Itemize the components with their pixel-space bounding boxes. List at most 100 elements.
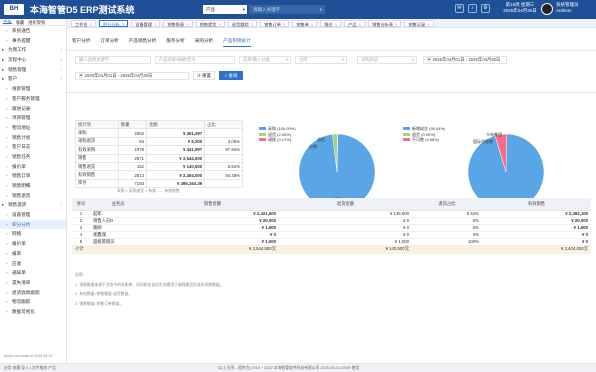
product-filter-input[interactable]: 产品名称/规格/型号	[155, 56, 235, 64]
category-select[interactable]: 选择/输入分类 ▾	[239, 56, 291, 64]
sidebar-item[interactable]: ▫ 销售订单	[0, 171, 66, 181]
sidebar-item[interactable]: ▸ 客户 ›	[0, 74, 66, 84]
page-tab[interactable]: 销售订单 ×	[260, 19, 290, 27]
table-cell: ¥ 385,164.39	[145, 178, 206, 189]
table-row[interactable]: 5 超级管理员 ¥ 1,000 ¥ 1,000 100% ¥ 0	[72, 238, 591, 246]
table-row[interactable]: 3 路刚 ¥ 1,900 ¥ 0 0% ¥ 1,900	[72, 224, 591, 232]
brand-filter-input[interactable]: 输入品牌关键字	[75, 56, 151, 64]
page-tab[interactable]: 产品 ×	[344, 19, 366, 27]
sidebar-item[interactable]: ▸ 为我工作 ›	[0, 45, 66, 55]
column-header[interactable]: 有效销售	[482, 198, 591, 211]
table-cell: 销售	[75, 153, 119, 163]
column-header[interactable]: 业务员	[90, 198, 146, 211]
page-tab[interactable]: 退货跟踪 ×	[227, 19, 258, 27]
sidebar-item[interactable]: ▫ 网络	[0, 229, 66, 239]
warehouse-select[interactable]: 仓库 ▾	[295, 56, 347, 64]
close-icon[interactable]: ×	[218, 22, 220, 27]
page-tab[interactable]: 销售提货 ×	[195, 19, 225, 27]
column-header[interactable]: 退货占比	[412, 198, 482, 211]
query-button[interactable]: ⌕ 查询	[219, 71, 243, 80]
column-header[interactable]: 序号	[72, 198, 90, 211]
sidebar-item[interactable]: ▫ 通知单	[0, 268, 66, 278]
message-icon[interactable]: ✉	[455, 4, 464, 13]
analysis-tab[interactable]: 订单分析	[100, 38, 118, 47]
purchase-status-select[interactable]: 采购状态 ▾	[357, 56, 417, 64]
legend-item[interactable]: 不可售 (4.96%)	[403, 137, 445, 143]
sidebar-item[interactable]: ▫ 跟进记录	[0, 104, 66, 114]
sidebar-item[interactable]: ▫ 系统通告	[0, 26, 66, 36]
reset-button[interactable]: ↺ 重置	[193, 71, 215, 80]
table-row[interactable]: 2 销售人员D ¥ 20,000 ¥ 0 0% ¥ 20,000	[72, 217, 591, 225]
settings-icon[interactable]: ⚙	[481, 4, 490, 13]
sidebar-item[interactable]: ▫ 项目管理	[0, 113, 66, 123]
sidebar-item[interactable]: ▫ 客户服务管理	[0, 94, 66, 104]
close-icon[interactable]: ×	[311, 22, 313, 27]
page-tab[interactable]: 销售单 ×	[292, 19, 318, 27]
sidebar-item[interactable]: ▫ 客户日志	[0, 142, 66, 152]
sidebar-item[interactable]: ▸ 流程中心 ›	[0, 55, 66, 65]
avatar[interactable]	[541, 3, 553, 15]
sidebar-item[interactable]: ▫ 数据可视化	[0, 307, 66, 317]
table-cell: ¥ 20,000	[482, 217, 591, 225]
close-icon[interactable]: ×	[90, 22, 92, 27]
chevron-down-icon: ▾	[242, 7, 245, 12]
page-tab[interactable]: 工作台 ×	[71, 19, 97, 27]
sidebar-item[interactable]: ▫ 物流地址	[0, 123, 66, 133]
global-search-input[interactable]: 请输入关键字 ⌕	[249, 5, 325, 14]
table-row[interactable]: 4 逄鑫瑞 ¥ 0 ¥ 0 0% ¥ 0	[72, 231, 591, 239]
sidebar-item[interactable]: ▫ 销售任务	[0, 152, 66, 162]
sidebar-item[interactable]: ▫ 物流跟踪	[0, 297, 66, 307]
page-tab[interactable]: 销售报表 ×	[163, 19, 193, 27]
page-tab[interactable]: 积分分析 ×	[99, 19, 129, 27]
analysis-tab[interactable]: 产品销售分析	[129, 38, 157, 47]
analysis-tab[interactable]: 产品积销统计	[223, 38, 251, 47]
column-header[interactable]: 退货金额	[279, 198, 412, 211]
analysis-tab[interactable]: 客户分析	[72, 38, 90, 47]
sidebar-item[interactable]: ▫ 销售计划	[0, 133, 66, 143]
page-tab[interactable]: 销售记录 ×	[404, 19, 434, 27]
sidebar-item[interactable]: ▫ 遗失清单	[0, 278, 66, 288]
analysis-tab[interactable]: 采购分析	[195, 38, 213, 47]
table-cell: 1	[72, 210, 90, 218]
user-info[interactable]: 系统管理员 Anthem	[556, 2, 594, 14]
sidebar-item[interactable]: ▫ 应收	[0, 259, 66, 269]
search-icon[interactable]: ⌕	[319, 5, 322, 14]
page-tab[interactable]: 销售分析表 ×	[368, 19, 402, 27]
sidebar-item[interactable]: ▫ 销售明细	[0, 181, 66, 191]
close-icon[interactable]: ×	[395, 22, 397, 27]
close-icon[interactable]: ×	[283, 22, 285, 27]
sidebar-tab-favorites[interactable]: 收藏	[16, 20, 25, 25]
date-range-2[interactable]: ▣ 2025年04月01日 - 2025年04月30日	[75, 72, 189, 80]
sidebar-item[interactable]: ▫ 线索管理	[0, 84, 66, 94]
date-range-1[interactable]: ▣ 2025年04月01日 - 2025年04月30日	[423, 56, 507, 64]
sidebar-item[interactable]: ▫ 积分分析	[0, 219, 66, 230]
sidebar-tab-org[interactable]: 组织架构	[28, 20, 45, 25]
table-row[interactable]: 1 起耶 ¥ 2,421,600 ¥ 139,500 5.53% ¥ 2,382,100	[72, 210, 591, 218]
bell-icon[interactable]: ♪	[468, 4, 477, 13]
close-icon[interactable]: ×	[427, 22, 429, 27]
legend-item[interactable]: 调拨 (0.17%)	[259, 137, 296, 143]
sidebar-item[interactable]: ▫ 报价单	[0, 239, 66, 249]
sidebar-tab-menu[interactable]: 菜单	[3, 20, 12, 25]
close-icon[interactable]: ×	[359, 22, 361, 27]
sidebar-item[interactable]: ▫ 设备管理	[0, 210, 66, 220]
sidebar-item[interactable]: ▫ 退货收款跟踪	[0, 288, 66, 298]
close-icon[interactable]: ×	[186, 22, 188, 27]
close-icon[interactable]: ×	[122, 22, 124, 27]
sidebar-item[interactable]: ▫ 报价单	[0, 162, 66, 172]
detail-header-row: 序号 业务员 销售金额 退货金额 退货占比 有效销售	[72, 198, 591, 211]
sidebar-item[interactable]: ▫ 报审	[0, 249, 66, 259]
product-select[interactable]: 产品 ▾	[203, 5, 247, 14]
close-icon[interactable]: ×	[335, 22, 337, 27]
analysis-tab[interactable]: 服务分析	[166, 38, 184, 47]
sidebar-item[interactable]: ▫ 销售退货	[0, 191, 66, 201]
sidebar-item[interactable]: ▸ 销售管理 ›	[0, 65, 66, 75]
sidebar-item[interactable]: ▫ 事务提醒	[0, 36, 66, 46]
column-header[interactable]: 销售金额	[146, 198, 279, 211]
page-tab[interactable]: 设备管理 ×	[131, 19, 161, 27]
close-icon[interactable]: ×	[251, 22, 253, 27]
close-icon[interactable]: ×	[154, 22, 156, 27]
page-tab[interactable]: 报价 ×	[320, 19, 342, 27]
table-cell: 2513	[117, 170, 147, 180]
sidebar-item[interactable]: ▸ 销售提货 ›	[0, 200, 66, 210]
